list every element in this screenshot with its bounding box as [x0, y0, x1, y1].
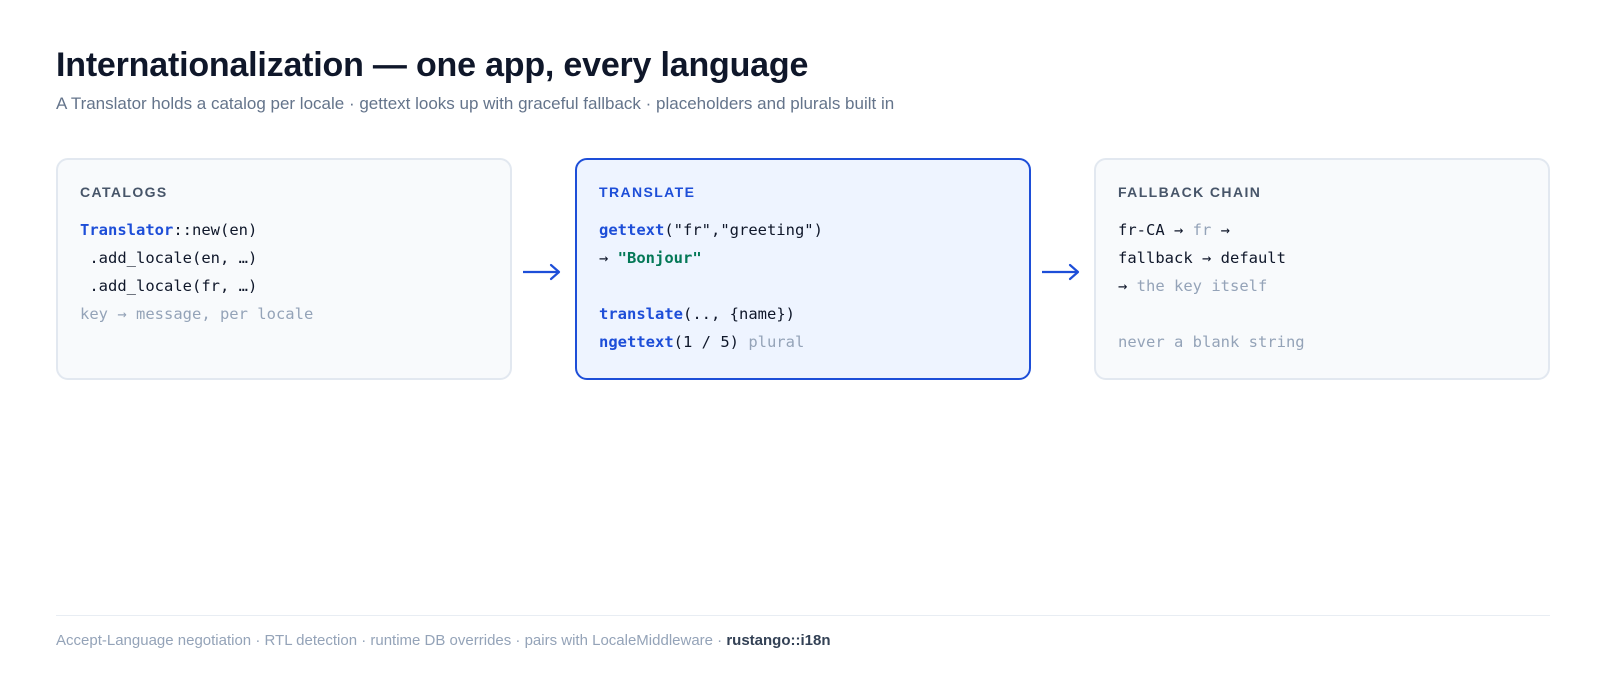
translate-panel: TRANSLATE gettext("fr","greeting") → "Bon… — [575, 158, 1031, 380]
code-token: .add_locale(fr, …) — [80, 277, 258, 295]
translate-code-block: gettext("fr","greeting") → "Bonjour" trans… — [599, 216, 1007, 356]
code-token: ::new(en) — [173, 221, 258, 239]
code-token: "Bonjour" — [617, 249, 702, 267]
code-token: translate — [599, 305, 683, 323]
code-line: → "Bonjour" — [599, 244, 1007, 272]
right-arrow-icon — [523, 263, 561, 281]
footer-divider — [56, 615, 1550, 616]
code-line: fallback → default — [1118, 244, 1526, 272]
code-token: ngettext — [599, 333, 674, 351]
code-line: → the key itself — [1118, 272, 1526, 300]
code-token: .add_locale(en, …) — [80, 249, 258, 267]
fallback-chain-code-block: fr-CA → fr → fallback → default → the key … — [1118, 216, 1526, 356]
code-token: Translator — [80, 221, 174, 239]
page-subtitle: A Translator holds a catalog per locale … — [56, 94, 895, 113]
code-token: → — [1118, 277, 1137, 295]
code-line: never a blank string — [1118, 328, 1526, 356]
catalogs-panel: CATALOGS Translator::new(en) .add_locale… — [56, 158, 512, 380]
code-line: .add_locale(fr, …) — [80, 272, 488, 300]
page-title: Internationalization — one app, every la… — [56, 46, 809, 84]
code-line: fr-CA → fr → — [1118, 216, 1526, 244]
code-line: ngettext(1 / 5) plural — [599, 328, 1007, 356]
code-line: Translator::new(en) — [80, 216, 488, 244]
code-token: gettext — [599, 221, 665, 239]
code-line: key → message, per locale — [80, 300, 488, 328]
code-token: plural — [748, 333, 805, 351]
fallback-chain-panel-title: FALLBACK CHAIN — [1118, 184, 1262, 200]
code-token: fr-CA → — [1118, 221, 1193, 239]
footer-brand: rustango::i18n — [726, 632, 831, 649]
code-line: gettext("fr","greeting") — [599, 216, 1007, 244]
code-token: the key itself — [1136, 277, 1268, 295]
code-token: (1 / 5) — [673, 333, 749, 351]
footer-text: Accept-Language negotiation · RTL detect… — [56, 632, 727, 649]
code-token: ("fr","greeting") — [664, 221, 823, 239]
catalogs-panel-title: CATALOGS — [80, 184, 168, 200]
code-token: key → message, per locale — [80, 305, 314, 323]
code-token: (.., {name}) — [683, 305, 795, 323]
fallback-chain-panel: FALLBACK CHAIN fr-CA → fr → fallback → de… — [1094, 158, 1550, 380]
code-token: fr — [1192, 221, 1212, 239]
footer: Accept-Language negotiation · RTL detect… — [56, 632, 831, 649]
catalogs-code-block: Translator::new(en) .add_locale(en, …) .… — [80, 216, 488, 328]
code-token: never a blank string — [1118, 333, 1305, 351]
right-arrow-icon — [1042, 263, 1080, 281]
code-line: translate(.., {name}) — [599, 300, 1007, 328]
code-token: fallback → default — [1118, 249, 1286, 267]
translate-panel-title: TRANSLATE — [599, 184, 696, 200]
code-token: → — [599, 249, 618, 267]
code-line: .add_locale(en, …) — [80, 244, 488, 272]
code-token: → — [1211, 221, 1230, 239]
